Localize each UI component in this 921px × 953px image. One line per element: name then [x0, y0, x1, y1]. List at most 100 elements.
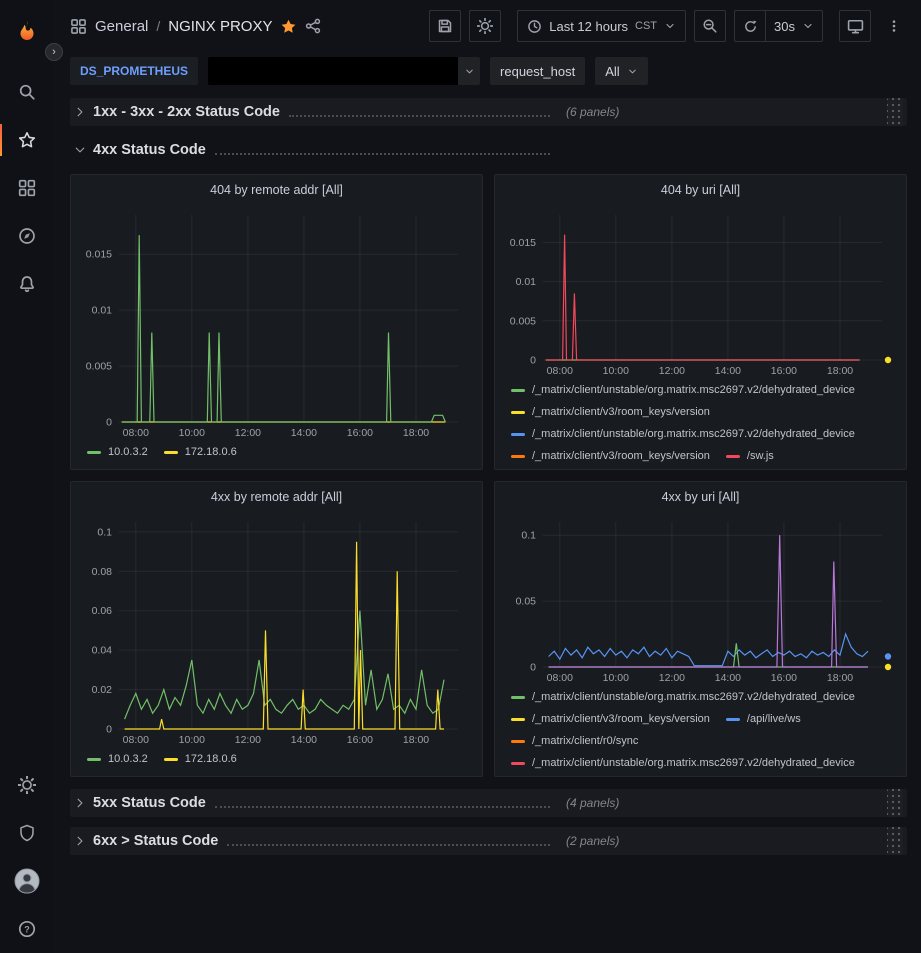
- shield-icon: [18, 824, 36, 842]
- tv-mode-button[interactable]: [839, 10, 871, 42]
- breadcrumb-section[interactable]: General: [95, 18, 148, 35]
- legend-item[interactable]: /_matrix/client/v3/room_keys/version: [511, 712, 710, 727]
- sidebar-item-server-admin[interactable]: [0, 809, 54, 857]
- grafana-flame-icon: [14, 19, 40, 45]
- chevron-down-icon: [74, 144, 86, 156]
- svg-text:16:00: 16:00: [347, 734, 373, 746]
- refresh-interval-dropdown[interactable]: 30s: [766, 10, 823, 42]
- row-dotted-filler: [215, 153, 550, 155]
- variables-bar: DS_PROMETHEUS request_host All: [54, 52, 921, 90]
- sidebar-item-alerting[interactable]: [0, 260, 54, 308]
- svg-text:0.005: 0.005: [86, 361, 112, 373]
- sidebar-item-explore[interactable]: [0, 212, 54, 260]
- svg-text:10:00: 10:00: [179, 734, 205, 746]
- sidebar-item-help[interactable]: ?: [0, 905, 54, 953]
- timezone-label: CST: [635, 20, 657, 32]
- legend-swatch: [164, 758, 178, 761]
- datasource-variable-label[interactable]: DS_PROMETHEUS: [70, 57, 198, 85]
- row-drag-handle[interactable]: [887, 827, 903, 855]
- legend-item[interactable]: /_matrix/client/unstable/org.matrix.msc2…: [511, 690, 855, 705]
- dashboard-title[interactable]: NGINX PROXY: [168, 18, 272, 35]
- legend-item[interactable]: /api/live/ws: [726, 712, 801, 727]
- zoom-out-button[interactable]: [694, 10, 726, 42]
- legend-swatch: [511, 455, 525, 458]
- svg-text:16:00: 16:00: [771, 672, 797, 684]
- chart-svg: 00.0050.010.01508:0010:0012:0014:0016:00…: [503, 205, 898, 379]
- svg-text:12:00: 12:00: [659, 672, 685, 684]
- svg-text:16:00: 16:00: [771, 365, 797, 377]
- request-host-value: All: [605, 64, 619, 79]
- panel-title[interactable]: 4xx by remote addr [All]: [79, 482, 474, 512]
- row-1xx-3xx-2xx[interactable]: 1xx - 3xx - 2xx Status Code (6 panels): [70, 98, 907, 126]
- legend-item[interactable]: /_matrix/client/r0/sync: [511, 734, 638, 749]
- request-host-select[interactable]: All: [595, 57, 647, 85]
- row-4xx[interactable]: 4xx Status Code: [70, 136, 907, 164]
- navbar-actions: Last 12 hours CST: [429, 10, 909, 42]
- svg-text:0.04: 0.04: [92, 645, 113, 657]
- panel-legend: 10.0.3.2 172.18.0.6: [79, 441, 474, 460]
- refresh-button[interactable]: [734, 10, 766, 42]
- monitor-icon: [847, 18, 864, 35]
- row-title-group: 1xx - 3xx - 2xx Status Code: [74, 104, 552, 120]
- svg-text:14:00: 14:00: [715, 365, 741, 377]
- legend-item[interactable]: 10.0.3.2: [87, 752, 148, 767]
- chevron-right-icon: [74, 797, 86, 809]
- legend-swatch: [726, 718, 740, 721]
- avatar: [14, 868, 40, 894]
- dashboards-grid-icon: [18, 179, 36, 197]
- svg-text:0.005: 0.005: [510, 315, 536, 327]
- legend-item[interactable]: 172.18.0.6: [164, 752, 237, 767]
- legend-item[interactable]: /_matrix/client/v3/room_keys/version: [511, 449, 710, 464]
- sidebar-expand-button[interactable]: ›: [45, 43, 63, 61]
- legend-item[interactable]: 172.18.0.6: [164, 445, 237, 460]
- sidebar-item-configuration[interactable]: [0, 761, 54, 809]
- chevron-down-icon: [802, 20, 814, 32]
- time-series-chart: 00.0050.010.01508:0010:0012:0014:0016:00…: [79, 205, 474, 441]
- clock-icon: [527, 19, 542, 34]
- sidebar-item-dashboards[interactable]: [0, 164, 54, 212]
- legend-item[interactable]: /_matrix/client/unstable/org.matrix.msc2…: [511, 383, 855, 398]
- svg-text:0: 0: [530, 662, 536, 674]
- panel-title[interactable]: 404 by remote addr [All]: [79, 175, 474, 205]
- row-drag-handle[interactable]: [887, 789, 903, 817]
- share-icon[interactable]: [305, 18, 321, 34]
- datasource-select[interactable]: [208, 57, 480, 85]
- legend-item[interactable]: 10.0.3.2: [87, 445, 148, 460]
- sidebar-item-search[interactable]: [0, 68, 54, 116]
- dashboard-settings-button[interactable]: [469, 10, 501, 42]
- save-dashboard-button[interactable]: [429, 10, 461, 42]
- row-title: 6xx > Status Code: [93, 833, 218, 849]
- row-drag-handle[interactable]: [887, 98, 903, 126]
- sidebar-item-profile[interactable]: [0, 857, 54, 905]
- svg-text:18:00: 18:00: [403, 734, 429, 746]
- save-icon: [437, 18, 453, 34]
- row-panel-count: (4 panels): [566, 796, 619, 810]
- svg-text:10:00: 10:00: [603, 672, 629, 684]
- legend-item[interactable]: /sw.js: [726, 449, 774, 464]
- legend-swatch: [511, 411, 525, 414]
- apps-icon: [70, 18, 87, 35]
- svg-text:08:00: 08:00: [123, 427, 149, 439]
- panel-title[interactable]: 404 by uri [All]: [503, 175, 898, 205]
- legend-item[interactable]: /_matrix/client/v3/room_keys/version: [511, 405, 710, 420]
- svg-text:12:00: 12:00: [235, 427, 261, 439]
- panel-legend: /_matrix/client/unstable/org.matrix.msc2…: [503, 686, 898, 771]
- chevron-down-icon: [458, 57, 480, 85]
- svg-text:14:00: 14:00: [291, 427, 317, 439]
- time-range-picker[interactable]: Last 12 hours CST: [517, 10, 686, 42]
- sidebar-item-starred[interactable]: [0, 116, 54, 164]
- breadcrumb-separator: /: [156, 18, 160, 34]
- chart-svg: 00.0050.010.01508:0010:0012:0014:0016:00…: [79, 205, 474, 441]
- svg-text:18:00: 18:00: [827, 672, 853, 684]
- svg-text:0: 0: [106, 724, 112, 736]
- favorite-star-icon[interactable]: [280, 18, 297, 35]
- svg-text:10:00: 10:00: [179, 427, 205, 439]
- legend-item[interactable]: /_matrix/client/unstable/org.matrix.msc2…: [511, 756, 855, 771]
- chevron-right-icon: [74, 106, 86, 118]
- zoom-out-icon: [702, 18, 718, 34]
- row-6xx[interactable]: 6xx > Status Code (2 panels): [70, 827, 907, 855]
- panel-title[interactable]: 4xx by uri [All]: [503, 482, 898, 512]
- kebab-menu-button[interactable]: [879, 11, 909, 41]
- legend-item[interactable]: /_matrix/client/unstable/org.matrix.msc2…: [511, 427, 855, 442]
- row-5xx[interactable]: 5xx Status Code (4 panels): [70, 789, 907, 817]
